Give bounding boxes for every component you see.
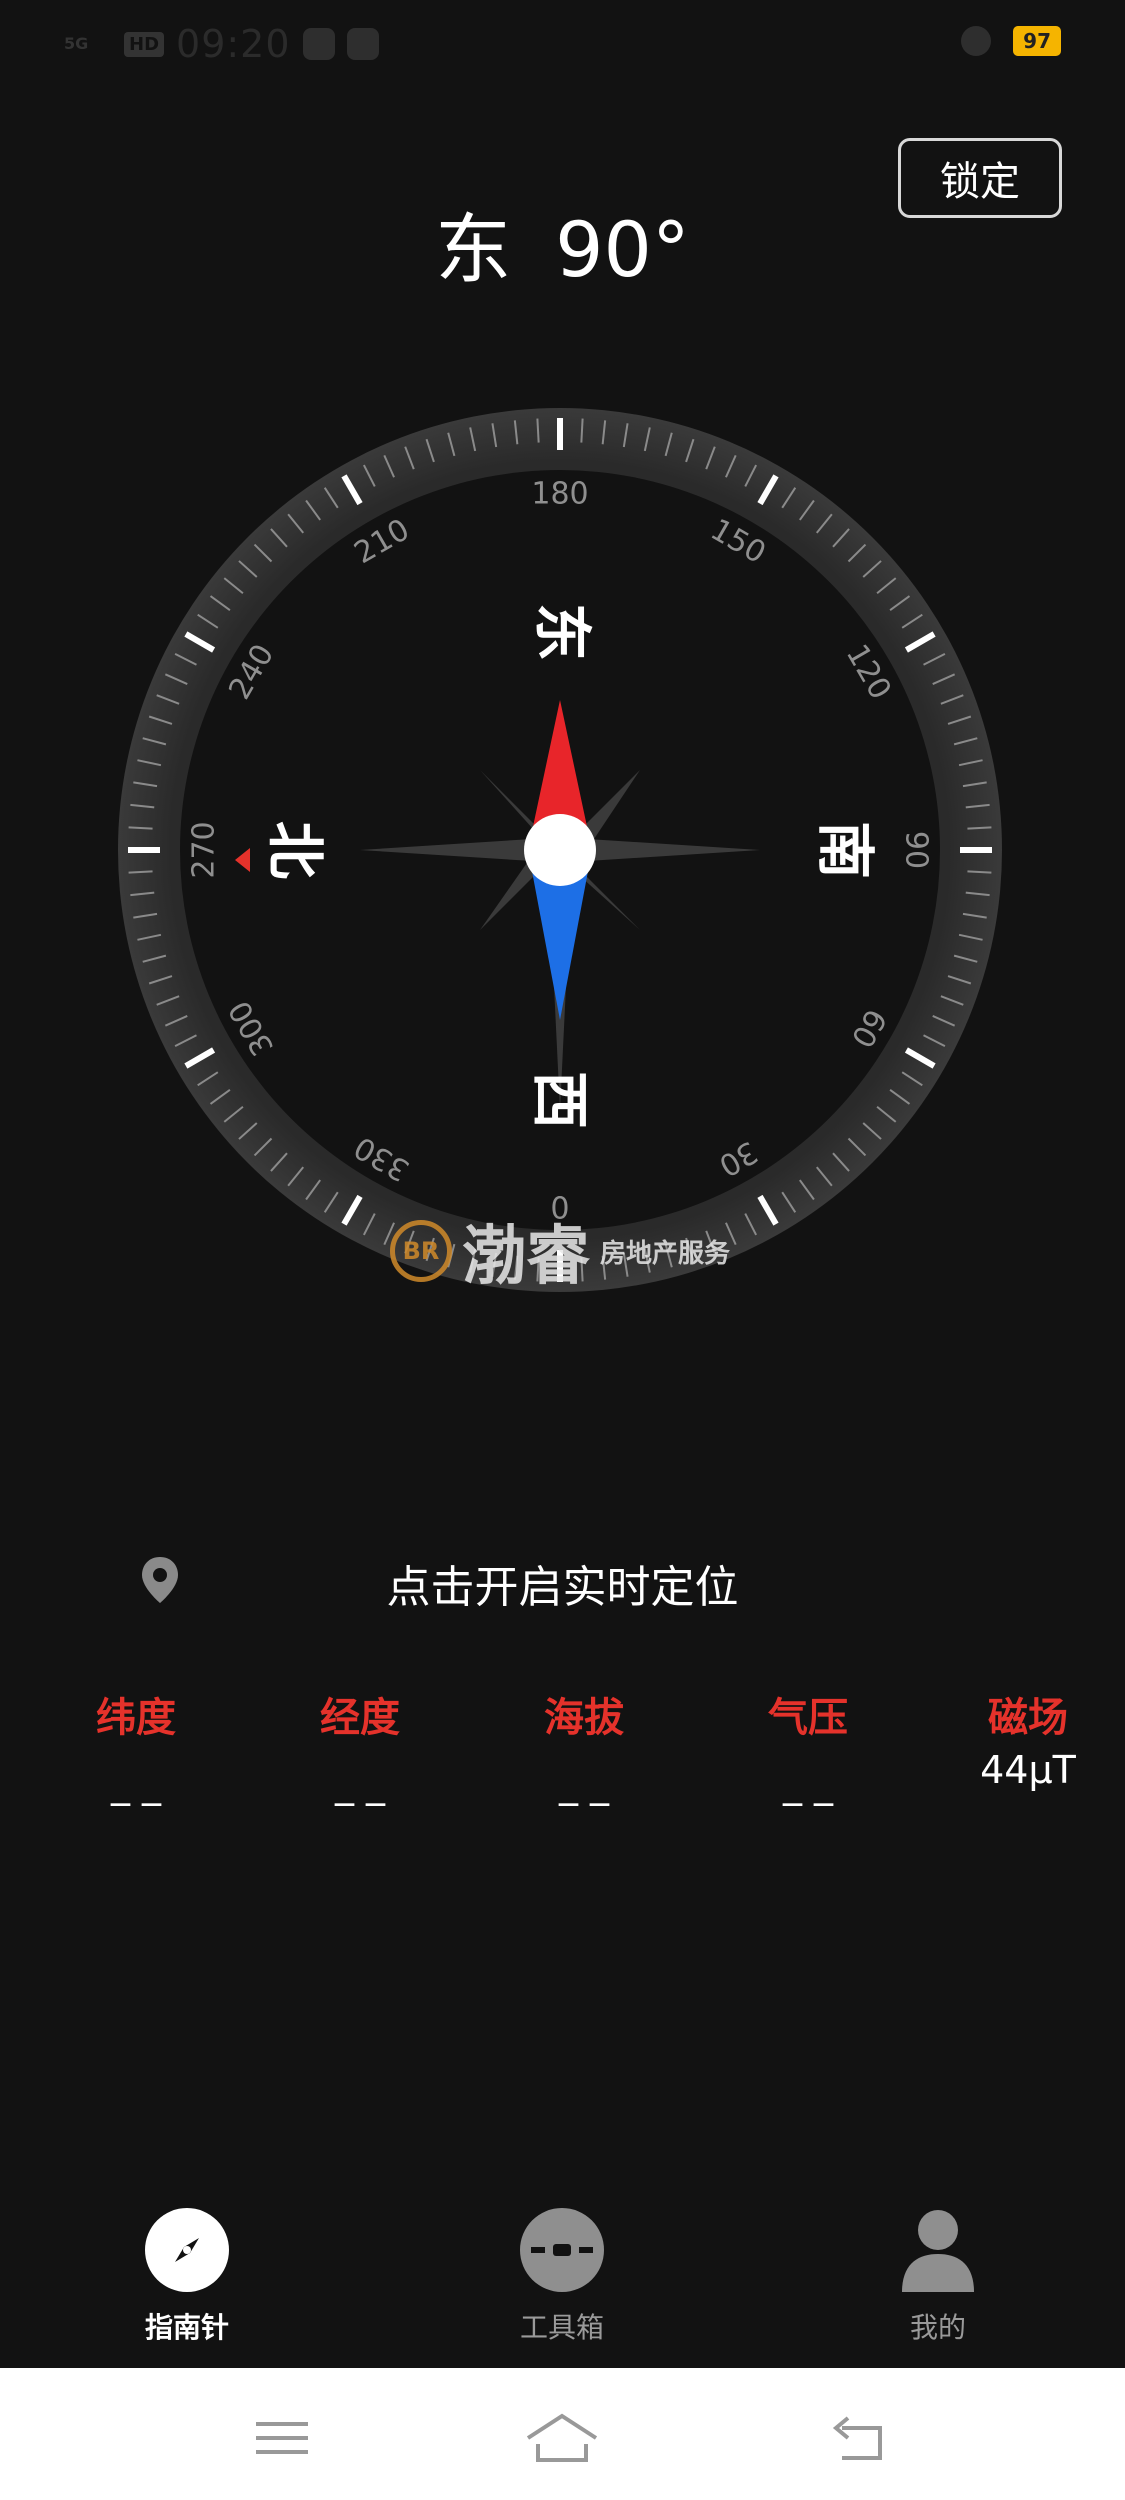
hd-badge: HD: [124, 31, 165, 57]
tab-compass[interactable]: 指南针: [87, 2208, 287, 2346]
stat-value: _ _: [558, 1762, 610, 1806]
toolbox-icon: [520, 2208, 604, 2292]
cardinal-east: 东: [528, 603, 596, 661]
tab-label: 我的: [909, 2311, 966, 2344]
needle-pivot: [524, 814, 596, 886]
stat-label: 海拔: [544, 1695, 624, 1741]
cardinal-north: 北: [261, 821, 329, 879]
stat-value: _ _: [334, 1762, 386, 1806]
minor-tick: [580, 418, 584, 443]
minor-tick: [967, 870, 992, 874]
degree-label-180: 180: [531, 477, 588, 512]
degree-label-90: 90: [899, 831, 934, 869]
watermark-logo: BR: [390, 1220, 452, 1282]
alarm-icon: [961, 26, 992, 56]
heading-readout: 东 90°: [0, 188, 1125, 298]
stat-value: _ _: [110, 1762, 162, 1806]
network-indicator: 5G: [64, 34, 89, 53]
stat-pressure: 气压 _ _: [696, 1690, 920, 1814]
tab-label: 指南针: [144, 2311, 229, 2344]
stat-label: 磁场: [988, 1695, 1068, 1741]
stat-label: 纬度: [96, 1695, 176, 1741]
minor-tick: [128, 870, 153, 874]
battery-indicator: 97: [1013, 26, 1061, 56]
stat-value: 44μT: [980, 1748, 1076, 1792]
stat-altitude: 海拔 _ _: [472, 1690, 696, 1814]
tab-profile[interactable]: 我的: [838, 2208, 1038, 2346]
status-time: 09:20: [176, 22, 291, 66]
profile-icon: [896, 2208, 980, 2292]
bottom-tab-bar: 指南针 工具箱 我的: [0, 2200, 1125, 2370]
watermark-subtitle: 房地产服务: [600, 1238, 731, 1269]
stat-longitude: 经度 _ _: [248, 1690, 472, 1814]
stat-magnetic-field: 磁场 44μT: [916, 1690, 1125, 1800]
stat-latitude: 纬度 _ _: [24, 1690, 248, 1814]
minor-tick: [128, 826, 153, 830]
status-bar: 5G HD 09:20 97: [0, 0, 1125, 90]
message-icon: [346, 28, 379, 60]
stat-label: 气压: [768, 1695, 848, 1741]
tab-label: 工具箱: [519, 2311, 604, 2344]
location-prompt-row[interactable]: 点击开启实时定位: [0, 1545, 1125, 1615]
heading-degrees: 90°: [555, 205, 690, 294]
tab-toolbox[interactable]: 工具箱: [462, 2208, 662, 2346]
menu-icon[interactable]: [242, 2408, 322, 2468]
stat-value: _ _: [782, 1762, 834, 1806]
watermark-brand: 渤睿: [462, 1220, 590, 1294]
compass-icon: [145, 2208, 229, 2292]
direction-label: 东: [435, 205, 512, 294]
stat-label: 经度: [320, 1695, 400, 1741]
minor-tick: [967, 826, 992, 830]
app-notification-icon: [302, 28, 335, 60]
cardinal-west: 西: [526, 1071, 594, 1129]
watermark: BR 渤睿 房地产服务: [390, 1205, 730, 1297]
home-icon[interactable]: [522, 2408, 602, 2468]
minor-tick: [536, 418, 540, 443]
compass-dial[interactable]: 0306090120150180210240270300330 东 北 南 西: [110, 400, 1010, 1300]
location-prompt[interactable]: 点击开启实时定位: [0, 1551, 1125, 1615]
degree-label-270: 270: [187, 821, 222, 878]
system-nav-bar: [0, 2368, 1125, 2500]
back-icon[interactable]: [818, 2408, 898, 2468]
cardinal-south: 南: [811, 821, 879, 879]
